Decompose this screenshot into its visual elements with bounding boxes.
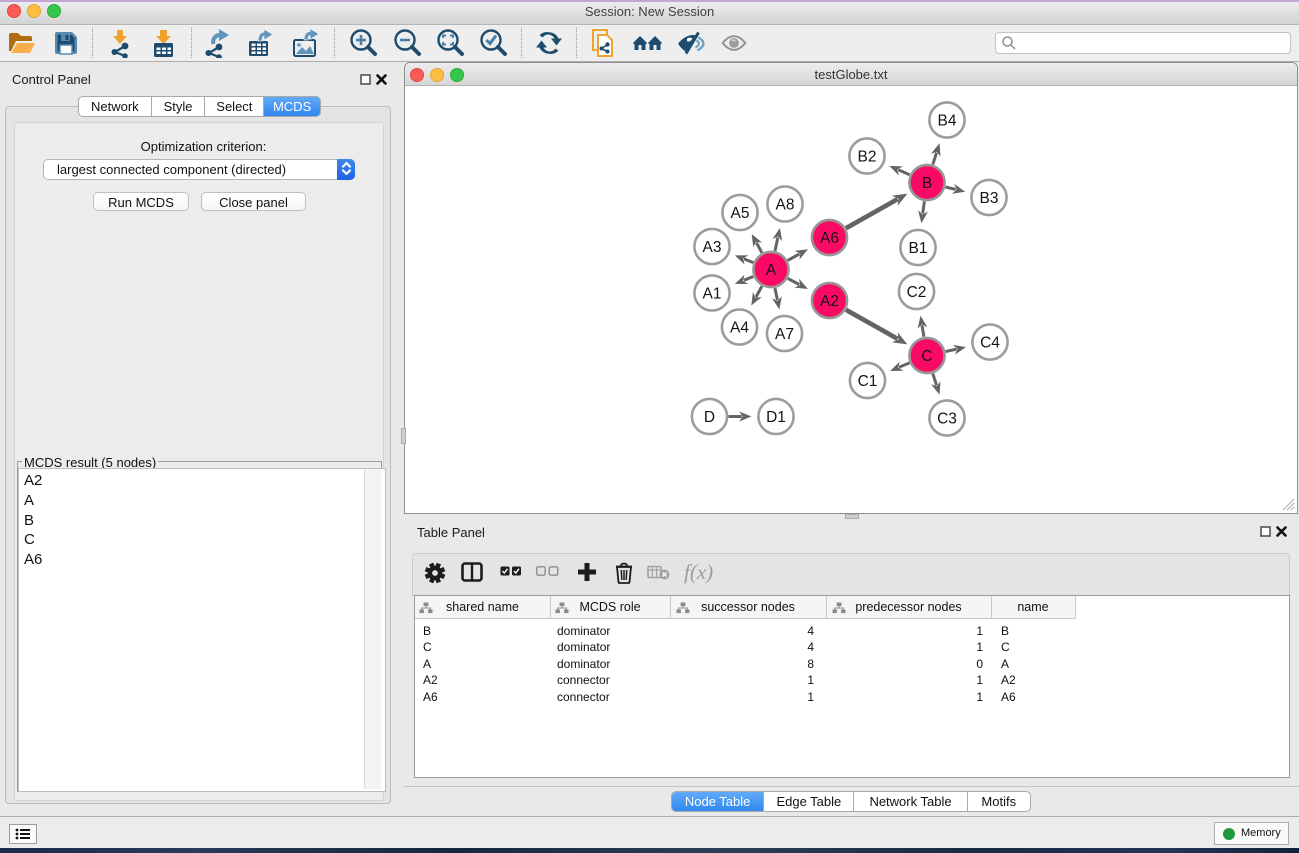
svg-text:C: C bbox=[921, 348, 932, 365]
svg-text:B3: B3 bbox=[980, 190, 999, 207]
svg-text:B2: B2 bbox=[858, 148, 877, 165]
svg-text:A1: A1 bbox=[703, 285, 722, 302]
svg-text:B4: B4 bbox=[938, 112, 957, 129]
svg-text:C1: C1 bbox=[858, 373, 878, 390]
svg-text:B1: B1 bbox=[909, 240, 928, 257]
svg-text:D1: D1 bbox=[766, 409, 786, 426]
svg-text:A4: A4 bbox=[730, 319, 749, 336]
svg-text:D: D bbox=[704, 409, 715, 426]
svg-text:B: B bbox=[922, 175, 932, 192]
svg-text:A5: A5 bbox=[731, 205, 750, 222]
svg-text:A6: A6 bbox=[820, 230, 839, 247]
svg-text:A2: A2 bbox=[820, 293, 839, 310]
svg-text:A: A bbox=[766, 262, 777, 279]
svg-text:A8: A8 bbox=[776, 196, 795, 213]
svg-text:C3: C3 bbox=[937, 410, 957, 427]
svg-text:A7: A7 bbox=[775, 326, 794, 343]
svg-text:C4: C4 bbox=[980, 334, 1000, 351]
svg-text:A3: A3 bbox=[703, 239, 722, 256]
svg-text:C2: C2 bbox=[907, 284, 927, 301]
